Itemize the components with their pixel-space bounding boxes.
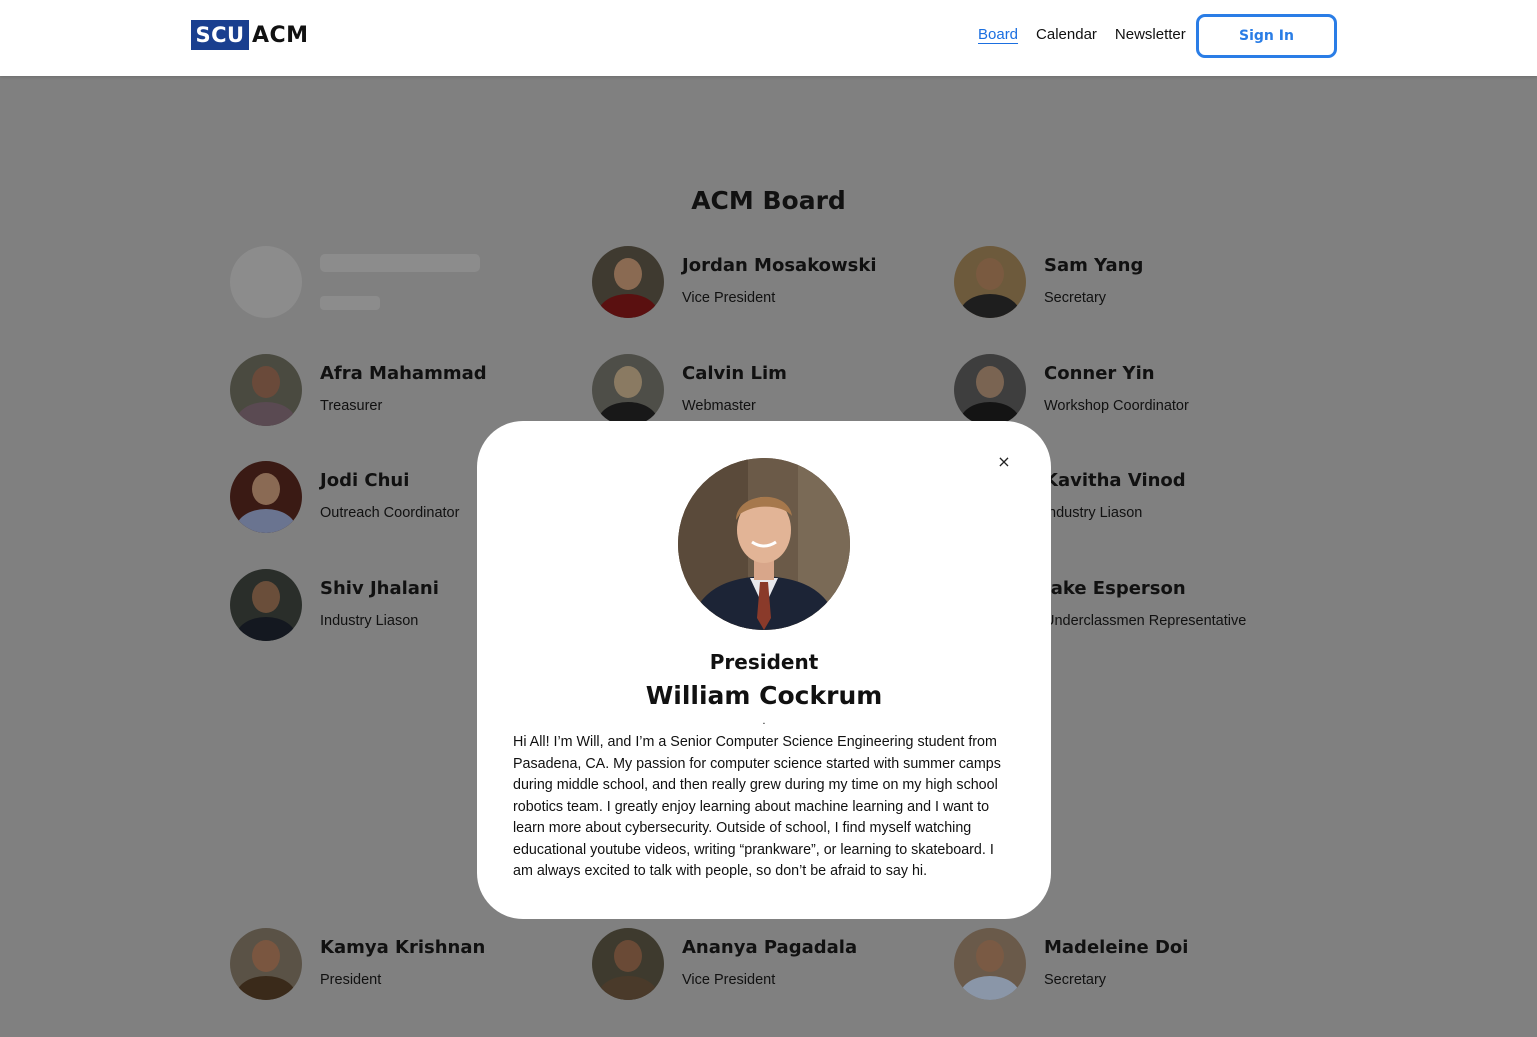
member-name: Sam Yang: [1044, 255, 1144, 276]
avatar: [230, 928, 302, 1000]
member-role: Secretary: [1044, 290, 1107, 306]
member-card-loading: [230, 246, 480, 318]
avatar: [592, 928, 664, 1000]
member-role: Underclassmen Representative: [1044, 613, 1247, 629]
nav-calendar[interactable]: Calendar: [1036, 26, 1097, 43]
member-role: Vice President: [682, 290, 776, 306]
member-role: Outreach Coordinator: [320, 505, 460, 521]
member-name: Shiv Jhalani: [320, 578, 439, 599]
member-role: Vice President: [682, 972, 776, 988]
member-role: Workshop Coordinator: [1044, 398, 1189, 414]
member-name: Conner Yin: [1044, 363, 1155, 384]
close-icon[interactable]: ×: [996, 454, 1012, 470]
avatar: [230, 461, 302, 533]
member-name: Kamya Krishnan: [320, 937, 486, 958]
member-photo: [678, 458, 850, 630]
member-role: Webmaster: [682, 398, 756, 414]
nav-newsletter[interactable]: Newsletter: [1115, 26, 1186, 43]
page-title: ACM Board: [691, 186, 846, 215]
sign-in-button[interactable]: Sign In: [1196, 14, 1337, 58]
avatar: [954, 354, 1026, 426]
member-card[interactable]: Afra Mahammad Treasurer: [230, 354, 487, 426]
avatar: [230, 354, 302, 426]
avatar: [592, 246, 664, 318]
modal-bio: Hi All! I’m Will, and I’m a Senior Compu…: [513, 734, 1001, 879]
member-role: Industry Liason: [1044, 505, 1143, 521]
avatar-placeholder: [230, 246, 302, 318]
member-card[interactable]: Jodi Chui Outreach Coordinator: [230, 461, 459, 533]
member-name: Afra Mahammad: [320, 363, 487, 384]
modal-name: William Cockrum: [645, 681, 883, 710]
site-header: SCU ACM Board Calendar Newsletter Sign I…: [0, 0, 1537, 76]
member-name: Jake Esperson: [1044, 578, 1186, 599]
main-nav: Board Calendar Newsletter: [978, 26, 1186, 43]
member-name: Jodi Chui: [320, 470, 410, 491]
modal-separator: .: [762, 716, 766, 727]
logo[interactable]: SCU ACM: [191, 20, 309, 50]
role-placeholder: [320, 296, 380, 310]
avatar: [954, 928, 1026, 1000]
logo-box: SCU: [191, 20, 249, 50]
modal-role: President: [709, 650, 819, 674]
member-role: President: [320, 972, 382, 988]
member-name: Kavitha Vinod: [1044, 470, 1186, 491]
member-card[interactable]: Calvin Lim Webmaster: [592, 354, 787, 426]
avatar: [230, 569, 302, 641]
member-card[interactable]: Conner Yin Workshop Coordinator: [954, 354, 1189, 426]
portrait-illustration: [678, 458, 850, 630]
member-card[interactable]: Jordan Mosakowski Vice President: [592, 246, 877, 318]
member-name: Ananya Pagadala: [682, 937, 858, 958]
nav-board[interactable]: Board: [978, 26, 1018, 43]
member-role: Industry Liason: [320, 613, 419, 629]
member-role: Treasurer: [320, 398, 383, 414]
member-card[interactable]: Ananya Pagadala Vice President: [592, 928, 857, 1000]
member-card[interactable]: Madeleine Doi Secretary: [954, 928, 1188, 1000]
member-role: Secretary: [1044, 972, 1107, 988]
logo-text: ACM: [252, 22, 309, 48]
member-card[interactable]: Kamya Krishnan President: [230, 928, 485, 1000]
member-card[interactable]: Sam Yang Secretary: [954, 246, 1143, 318]
name-placeholder: [320, 254, 480, 272]
member-name: Calvin Lim: [682, 363, 787, 384]
member-card[interactable]: Shiv Jhalani Industry Liason: [230, 569, 439, 641]
member-name: Jordan Mosakowski: [682, 255, 877, 276]
member-name: Madeleine Doi: [1044, 937, 1189, 958]
avatar: [592, 354, 664, 426]
member-modal: × President William Cockrum . Hi All! I’…: [477, 421, 1051, 919]
avatar: [954, 246, 1026, 318]
